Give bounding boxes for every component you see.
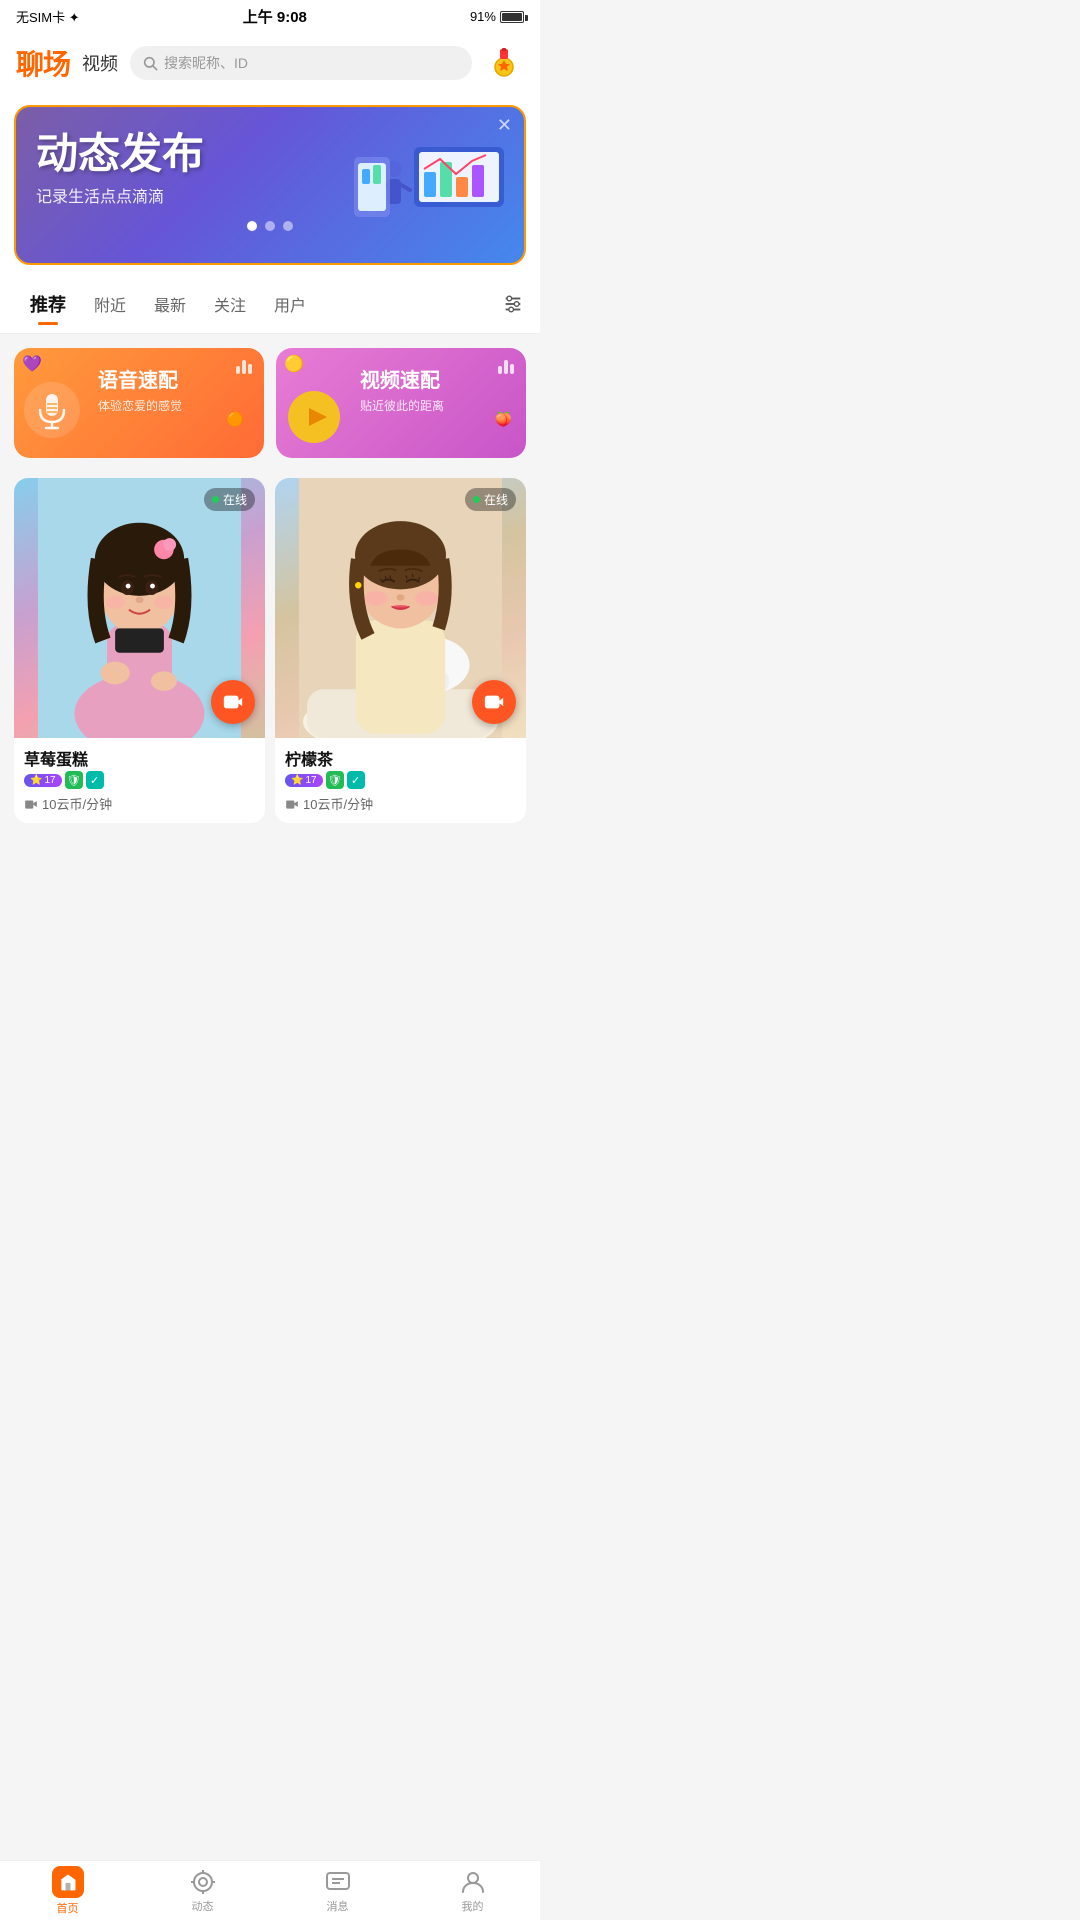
banner-illustration	[354, 117, 514, 247]
tab-nearby[interactable]: 附近	[80, 286, 140, 322]
banner-dot-3[interactable]	[283, 221, 293, 231]
nav-home-label: 首页	[57, 1900, 79, 1916]
search-placeholder: 搜索昵称、ID	[164, 53, 248, 73]
nav-dynamic-label: 动态	[192, 1898, 214, 1914]
bottom-navigation: 首页 动态 消息 我的	[0, 1860, 540, 1920]
star-badge-2: ⭐ 17	[285, 774, 323, 787]
app-header: 聊场 视频 搜索昵称、ID	[0, 33, 540, 93]
voice-card-sub: 体验恋爱的感觉	[98, 397, 250, 414]
camera-icon-2	[285, 797, 299, 811]
nav-messages-label: 消息	[327, 1898, 349, 1914]
sim-status: 无SIM卡 ✦	[16, 7, 80, 26]
banner-dot-2[interactable]	[265, 221, 275, 231]
user-name-2: 柠檬茶	[285, 746, 516, 770]
home-icon-bg	[52, 1866, 84, 1898]
online-text-2: 在线	[484, 491, 508, 508]
online-badge-1: 在线	[204, 488, 255, 511]
tab-recommended[interactable]: 推荐	[16, 285, 80, 323]
match-cards-row: 语音速配 体验恋爱的感觉	[0, 334, 540, 468]
user-photo-2: 在线	[275, 478, 526, 738]
medal-button[interactable]	[484, 43, 524, 83]
user-price-2: 10云币/分钟	[285, 794, 516, 813]
user-photo-1: 在线	[14, 478, 265, 738]
online-dot-1	[212, 496, 219, 503]
user-name-1: 草莓蛋糕	[24, 746, 255, 770]
message-icon	[324, 1868, 352, 1896]
status-time: 上午 9:08	[243, 6, 307, 27]
filter-tabs: 推荐 附近 最新 关注 用户	[0, 277, 540, 334]
medal-icon	[488, 47, 520, 79]
star-badge-1: ⭐ 17	[24, 774, 62, 787]
user-card-info-1: 草莓蛋糕 ⭐ 17 🛡 ✓ 10云币/分钟	[14, 738, 265, 823]
user-badges-1: ⭐ 17 🛡 ✓	[24, 771, 255, 789]
status-right: 91%	[470, 9, 524, 24]
tab-following[interactable]: 关注	[200, 286, 260, 322]
nav-messages[interactable]: 消息	[270, 1861, 405, 1920]
status-left: 无SIM卡 ✦	[16, 7, 80, 26]
battery-icon	[500, 11, 524, 23]
online-dot-2	[473, 496, 480, 503]
voice-match-card[interactable]: 语音速配 体验恋爱的感觉	[14, 348, 264, 458]
search-icon	[142, 55, 158, 71]
shield-badge-1: 🛡	[65, 771, 83, 789]
dynamic-icon	[189, 1868, 217, 1896]
user-card-2[interactable]: 在线 柠檬茶 ⭐ 17 🛡 ✓	[275, 478, 526, 823]
nav-profile-label: 我的	[462, 1898, 484, 1914]
check-badge-2: ✓	[347, 771, 365, 789]
video-match-card[interactable]: 视频速配 贴近彼此的距离 🟡 🍑	[276, 348, 526, 458]
tab-latest[interactable]: 最新	[140, 286, 200, 322]
shield-badge-2: 🛡	[326, 771, 344, 789]
battery-text: 91%	[470, 9, 496, 24]
filter-button[interactable]	[502, 293, 524, 315]
camera-icon-1	[24, 797, 38, 811]
app-logo: 聊场	[16, 43, 70, 83]
nav-home[interactable]: 首页	[0, 1861, 135, 1920]
banner-dot-1[interactable]	[247, 221, 257, 231]
user-card-1[interactable]: 在线 草莓蛋糕 ⭐ 17 🛡 ✓	[14, 478, 265, 823]
nav-profile[interactable]: 我的	[405, 1861, 540, 1920]
tab-users[interactable]: 用户	[260, 286, 320, 322]
video-call-btn-2[interactable]	[472, 680, 516, 724]
filter-icon	[502, 293, 524, 315]
nav-dynamic[interactable]: 动态	[135, 1861, 270, 1920]
online-text-1: 在线	[223, 491, 247, 508]
status-bar: 无SIM卡 ✦ 上午 9:08 91%	[0, 0, 540, 33]
banner[interactable]: ✕ 动态发布 记录生活点点滴滴	[14, 105, 526, 265]
video-card-sub: 贴近彼此的距离	[360, 397, 512, 414]
home-icon	[58, 1872, 78, 1892]
profile-icon	[459, 1868, 487, 1896]
user-card-info-2: 柠檬茶 ⭐ 17 🛡 ✓ 10云币/分钟	[275, 738, 526, 823]
banner-wrapper: ✕ 动态发布 记录生活点点滴滴	[0, 93, 540, 277]
video-call-btn-1[interactable]	[211, 680, 255, 724]
video-call-icon-1	[222, 691, 244, 713]
video-call-icon-2	[483, 691, 505, 713]
video-card-title: 视频速配	[360, 364, 512, 393]
user-badges-2: ⭐ 17 🛡 ✓	[285, 771, 516, 789]
search-bar[interactable]: 搜索昵称、ID	[130, 46, 472, 80]
user-price-1: 10云币/分钟	[24, 794, 255, 813]
user-grid: 在线 草莓蛋糕 ⭐ 17 🛡 ✓	[0, 468, 540, 833]
check-badge-1: ✓	[86, 771, 104, 789]
voice-card-title: 语音速配	[98, 364, 250, 393]
header-sub-title: 视频	[82, 50, 118, 76]
online-badge-2: 在线	[465, 488, 516, 511]
